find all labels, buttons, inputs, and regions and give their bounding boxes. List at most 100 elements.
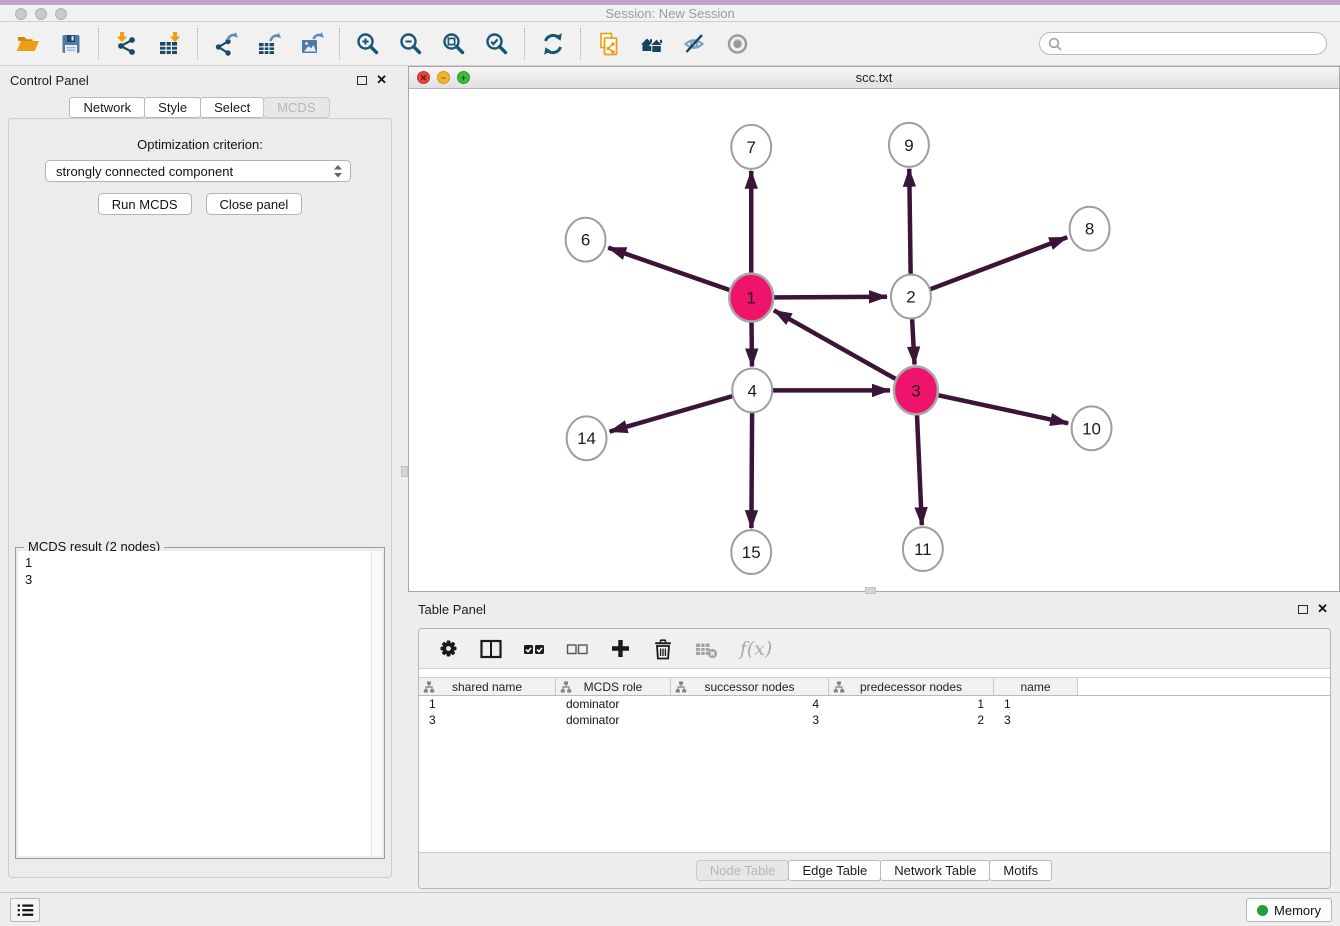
zoom-fit-button[interactable] <box>437 27 470 61</box>
graph-node-4[interactable]: 4 <box>732 368 772 412</box>
run-mcds-button[interactable]: Run MCDS <box>98 193 192 215</box>
result-line: 1 <box>18 551 382 571</box>
table-cell[interactable]: dominator <box>556 696 671 712</box>
close-panel-icon[interactable]: ✕ <box>376 72 387 88</box>
graph-node-11[interactable]: 11 <box>903 527 943 571</box>
graph-node-6[interactable]: 6 <box>566 218 606 262</box>
import-table-icon <box>157 31 183 57</box>
open-session-button[interactable] <box>11 27 44 61</box>
zoom-out-button[interactable] <box>394 27 427 61</box>
graph-node-10[interactable]: 10 <box>1072 406 1112 450</box>
tab-motifs[interactable]: Motifs <box>989 860 1052 881</box>
tab-mcds[interactable]: MCDS <box>263 97 329 118</box>
hide-selected-button[interactable] <box>678 27 711 61</box>
folder-open-icon <box>15 31 41 57</box>
graph-node-2[interactable]: 2 <box>891 275 931 319</box>
search-field[interactable] <box>1039 32 1327 55</box>
tab-network-table[interactable]: Network Table <box>880 860 990 881</box>
table-toolbar: f(x) <box>419 629 1330 669</box>
network-canvas-svg: 7 9 6 8 1 2 4 3 14 10 15 11 <box>409 89 1339 591</box>
graph-node-14[interactable]: 14 <box>567 416 607 460</box>
function-builder-button: f(x) <box>736 636 776 662</box>
table-cell[interactable]: dominator <box>556 712 671 728</box>
apply-layout-button[interactable] <box>536 27 569 61</box>
create-column-button[interactable] <box>607 636 633 662</box>
graph-node-15[interactable]: 15 <box>731 530 771 574</box>
export-image-button[interactable] <box>295 27 328 61</box>
table-panel-tabs: Node TableEdge TableNetwork TableMotifs <box>419 852 1330 888</box>
table-cell[interactable]: 1 <box>829 696 994 712</box>
column-header-successor-nodes[interactable]: successor nodes <box>671 678 829 695</box>
graph-node-9[interactable]: 9 <box>889 123 929 167</box>
column-header-shared-name[interactable]: shared name <box>419 678 556 695</box>
float-table-panel-icon[interactable] <box>1298 605 1308 614</box>
show-column-button[interactable] <box>478 636 504 662</box>
save-session-button[interactable] <box>54 27 87 61</box>
table-row[interactable]: 1dominator411 <box>419 696 1330 712</box>
svg-text:8: 8 <box>1085 220 1094 239</box>
svg-text:7: 7 <box>747 138 756 157</box>
export-table-button[interactable] <box>252 27 285 61</box>
search-input[interactable] <box>1062 37 1318 51</box>
first-neighbors-button[interactable] <box>592 27 625 61</box>
table-cell[interactable]: 3 <box>994 712 1078 728</box>
table-row[interactable]: 3dominator323 <box>419 712 1330 728</box>
column-header-mcds-role[interactable]: MCDS role <box>556 678 671 695</box>
tab-network[interactable]: Network <box>69 97 145 118</box>
vertical-splitter-grip[interactable] <box>401 466 408 477</box>
table-cell[interactable]: 3 <box>671 712 829 728</box>
import-table-button[interactable] <box>153 27 186 61</box>
table-cell[interactable]: 2 <box>829 712 994 728</box>
table-cell[interactable]: 1 <box>419 696 556 712</box>
network-overview-button[interactable] <box>635 27 668 61</box>
float-panel-icon[interactable] <box>357 76 367 85</box>
export-network-icon <box>213 31 239 57</box>
table-cell[interactable]: 4 <box>671 696 829 712</box>
delete-table-icon <box>694 637 718 661</box>
show-panels-menu-button[interactable] <box>10 898 40 922</box>
tab-select[interactable]: Select <box>200 97 264 118</box>
graph-edge-4-14[interactable] <box>610 390 753 431</box>
graph-edge-2-8[interactable] <box>911 237 1067 296</box>
delete-column-button[interactable] <box>650 636 676 662</box>
table-cell[interactable]: 1 <box>994 696 1078 712</box>
graph-edge-3-1[interactable] <box>774 310 916 390</box>
network-window-titlebar[interactable]: ✕ − + scc.txt <box>409 67 1339 89</box>
deselect-all-button[interactable] <box>564 636 590 662</box>
column-header-predecessor-nodes[interactable]: predecessor nodes <box>829 678 994 695</box>
table-settings-button[interactable] <box>435 636 461 662</box>
toolbar-separator <box>98 28 99 60</box>
criterion-dropdown[interactable]: strongly connected component <box>45 160 351 182</box>
mcds-result-box[interactable]: 13 <box>18 551 382 856</box>
import-network-button[interactable] <box>110 27 143 61</box>
table-panel: Table Panel ✕ <box>408 596 1340 892</box>
export-network-button[interactable] <box>209 27 242 61</box>
graph-node-7[interactable]: 7 <box>731 125 771 169</box>
result-scrollbar[interactable] <box>371 551 382 856</box>
mcds-result-lines: 13 <box>18 551 382 588</box>
close-panel-button[interactable]: Close panel <box>206 193 303 215</box>
column-header-name[interactable]: name <box>994 678 1078 695</box>
table-cell[interactable]: 3 <box>419 712 556 728</box>
graph-edge-3-10[interactable] <box>916 390 1068 423</box>
control-panel: Control Panel ✕ NetworkStyleSelectMCDS O… <box>0 66 400 892</box>
tab-style[interactable]: Style <box>144 97 201 118</box>
zoom-selected-button[interactable] <box>480 27 513 61</box>
unchecked-boxes-icon <box>565 637 589 661</box>
show-all-button[interactable] <box>721 27 754 61</box>
graph-node-3[interactable]: 3 <box>894 366 938 414</box>
control-panel-tabs: NetworkStyleSelectMCDS <box>0 97 400 118</box>
graph-node-1[interactable]: 1 <box>729 274 773 322</box>
result-line: 3 <box>18 571 382 588</box>
main-toolbar <box>0 22 1340 66</box>
network-canvas[interactable]: 7 9 6 8 1 2 4 3 14 10 15 11 <box>409 89 1339 591</box>
zoom-in-button[interactable] <box>351 27 384 61</box>
select-all-button[interactable] <box>521 636 547 662</box>
tab-node-table[interactable]: Node Table <box>696 860 790 881</box>
horizontal-splitter-grip[interactable] <box>865 587 876 594</box>
memory-button[interactable]: Memory <box>1246 898 1332 922</box>
eye-slash-icon <box>682 31 708 57</box>
graph-node-8[interactable]: 8 <box>1070 207 1110 251</box>
tab-edge-table[interactable]: Edge Table <box>788 860 881 881</box>
close-table-panel-icon[interactable]: ✕ <box>1317 601 1328 617</box>
